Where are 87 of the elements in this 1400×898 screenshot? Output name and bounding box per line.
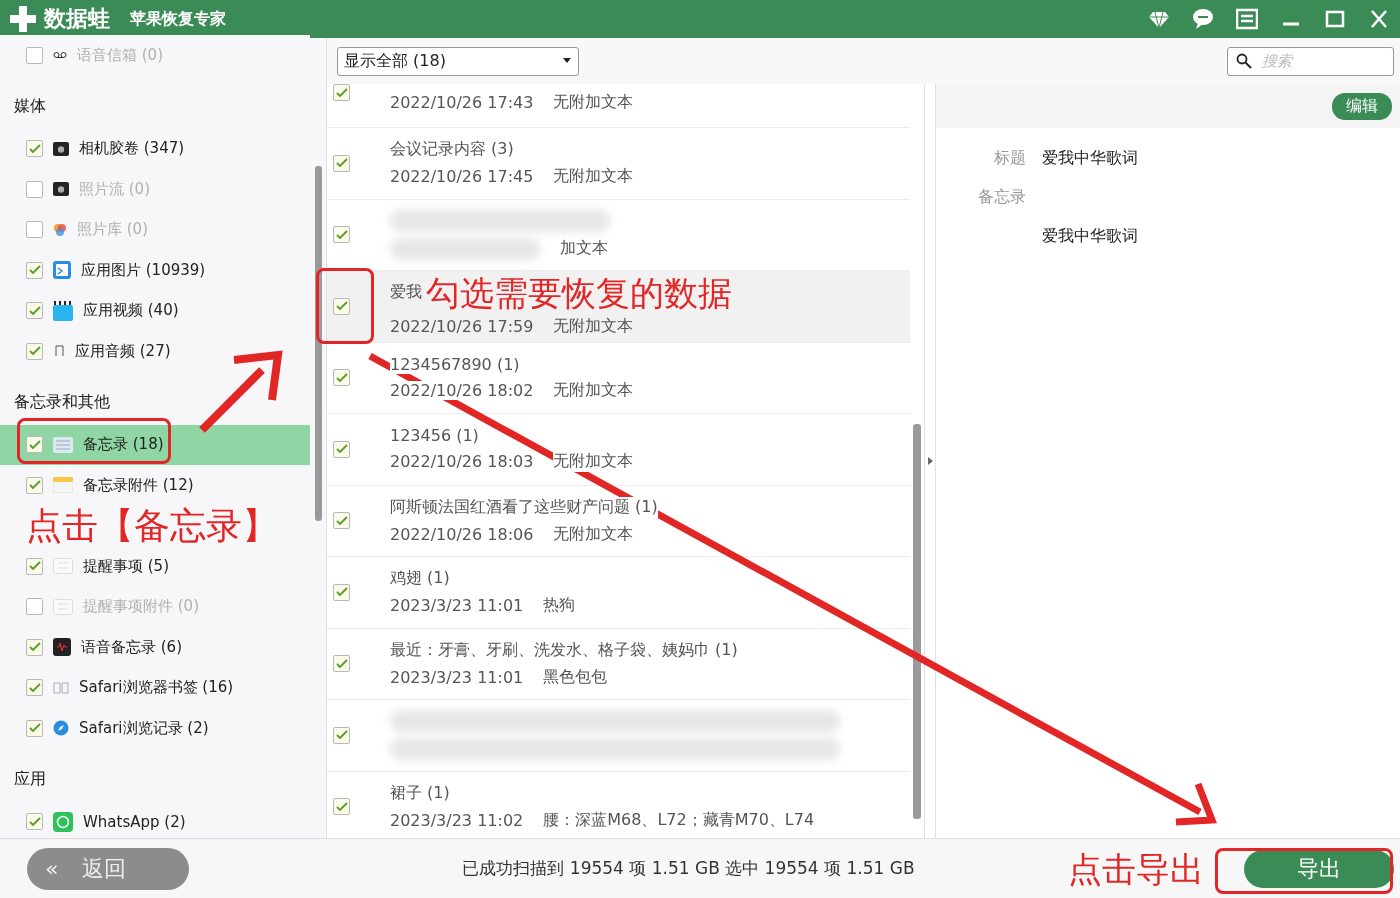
waveform-icon bbox=[53, 638, 71, 657]
field-label: 标题 bbox=[993, 148, 1026, 169]
checkbox[interactable] bbox=[26, 342, 43, 360]
category-item[interactable]: Safari浏览记录 (2) bbox=[0, 708, 310, 749]
note-title: 最近：牙膏、牙刷、洗发水、格子袋、姨妈巾 (1) bbox=[390, 639, 738, 661]
note-title: 阿斯顿法国红酒看了这些财产问题 (1) bbox=[390, 496, 658, 518]
section-heading: 应用 bbox=[14, 768, 46, 790]
annotation-text: 点击导出 bbox=[1068, 851, 1204, 886]
note-date: 2022/10/26 18:02 bbox=[390, 380, 534, 400]
expand-arrow-icon[interactable] bbox=[927, 457, 933, 465]
checkbox[interactable] bbox=[333, 154, 350, 172]
checkbox[interactable] bbox=[26, 476, 43, 494]
section-heading: 备忘录和其他 bbox=[14, 391, 110, 413]
checkbox[interactable] bbox=[26, 140, 43, 158]
notes-icon bbox=[53, 436, 73, 453]
category-item[interactable]: 应用图片 (10939) bbox=[0, 250, 310, 291]
caret-icon bbox=[562, 58, 572, 64]
category-item[interactable]: 应用音频 (27) bbox=[0, 331, 310, 372]
scrollbar-thumb[interactable] bbox=[314, 166, 322, 521]
checkbox[interactable] bbox=[26, 302, 43, 320]
book-icon bbox=[53, 681, 69, 694]
list-icon bbox=[53, 558, 73, 575]
notepad-icon bbox=[53, 477, 73, 494]
field-value: 爱我中华歌词 bbox=[1042, 148, 1139, 169]
category-item[interactable]: 备忘录附件 (12) bbox=[0, 465, 310, 506]
search-icon bbox=[1236, 53, 1252, 69]
checkbox[interactable] bbox=[26, 813, 43, 831]
category-item[interactable]: 应用视频 (40) bbox=[0, 290, 310, 331]
chat-icon[interactable] bbox=[1192, 8, 1214, 30]
voicemail-icon bbox=[53, 50, 67, 61]
annotation-text: 勾选需要恢复的数据 bbox=[426, 275, 732, 310]
scrollbar-thumb[interactable] bbox=[913, 424, 921, 819]
checkbox[interactable] bbox=[333, 726, 350, 744]
compass-icon bbox=[53, 720, 69, 737]
checkbox[interactable] bbox=[333, 440, 350, 458]
checkbox[interactable] bbox=[333, 297, 350, 315]
checkbox[interactable] bbox=[333, 369, 350, 387]
edit-button[interactable]: 编辑 bbox=[1332, 92, 1392, 120]
checkbox[interactable] bbox=[333, 655, 350, 673]
category-item[interactable]: 相机胶卷 (347) bbox=[0, 128, 310, 169]
filter-dropdown[interactable]: 显示全部 (18) bbox=[337, 46, 579, 76]
flower-icon bbox=[53, 222, 67, 237]
category-item[interactable]: 备忘录 (18) bbox=[0, 424, 310, 465]
category-item[interactable]: 语音备忘录 (6) bbox=[0, 627, 310, 668]
category-item[interactable]: WhatsApp (2) bbox=[0, 801, 310, 842]
feedback-icon[interactable] bbox=[1236, 8, 1258, 30]
maximize-icon[interactable] bbox=[1324, 8, 1346, 30]
chat-app-icon bbox=[53, 811, 73, 832]
camera-icon bbox=[53, 182, 69, 197]
annotation-text: 点击【备忘录】 bbox=[26, 507, 278, 544]
note-title: 123456 (1) bbox=[390, 426, 479, 446]
checkbox[interactable] bbox=[333, 226, 350, 244]
checkbox[interactable] bbox=[26, 638, 43, 656]
note-summary: 黑色包包 bbox=[543, 666, 608, 688]
checkbox[interactable] bbox=[333, 798, 350, 816]
note-date: 2022/10/26 17:43 bbox=[390, 93, 534, 112]
field-value: 爱我中华歌词 bbox=[1042, 226, 1139, 247]
note-summary: 无附加文本 bbox=[553, 315, 634, 337]
note-title: 裙子 (1) bbox=[390, 782, 450, 804]
field-label: 备忘录 bbox=[977, 187, 1026, 208]
category-item[interactable]: 提醒事项 (5) bbox=[0, 546, 310, 587]
checkbox[interactable] bbox=[333, 84, 350, 101]
list-icon bbox=[53, 598, 73, 615]
checkbox[interactable] bbox=[26, 679, 43, 697]
status-text: 已成功扫描到 19554 项 1.51 GB 选中 19554 项 1.51 GB bbox=[461, 857, 916, 880]
checkbox[interactable] bbox=[333, 583, 350, 601]
camera-icon bbox=[53, 141, 69, 156]
note-row[interactable]: 2022/10/26 17:43 无附加文本 bbox=[327, 84, 910, 128]
cross-logo-icon bbox=[10, 6, 36, 32]
checkbox[interactable] bbox=[26, 436, 43, 454]
note-summary: 腰：深蓝M68、L72；藏青M70、L74 bbox=[543, 809, 815, 831]
note-summary: 加文本 bbox=[560, 238, 608, 260]
checkbox[interactable] bbox=[26, 557, 43, 575]
note-summary: 无附加文本 bbox=[553, 379, 634, 401]
note-summary: 无附加文本 bbox=[553, 92, 634, 113]
checkbox[interactable] bbox=[333, 512, 350, 530]
image-icon bbox=[53, 261, 71, 280]
app-subtitle: 苹果恢复专家 bbox=[130, 8, 226, 30]
clapper-icon bbox=[53, 300, 73, 321]
app-name: 数据蛙 bbox=[44, 5, 110, 33]
category-item[interactable]: Safari浏览器书签 (16) bbox=[0, 667, 310, 708]
close-icon[interactable] bbox=[1368, 8, 1390, 30]
note-summary: 无附加文本 bbox=[553, 451, 634, 473]
checkbox[interactable] bbox=[26, 261, 43, 279]
checkbox[interactable] bbox=[26, 719, 43, 737]
section-heading: 媒体 bbox=[14, 95, 46, 117]
note-summary: 无附加文本 bbox=[553, 523, 634, 545]
